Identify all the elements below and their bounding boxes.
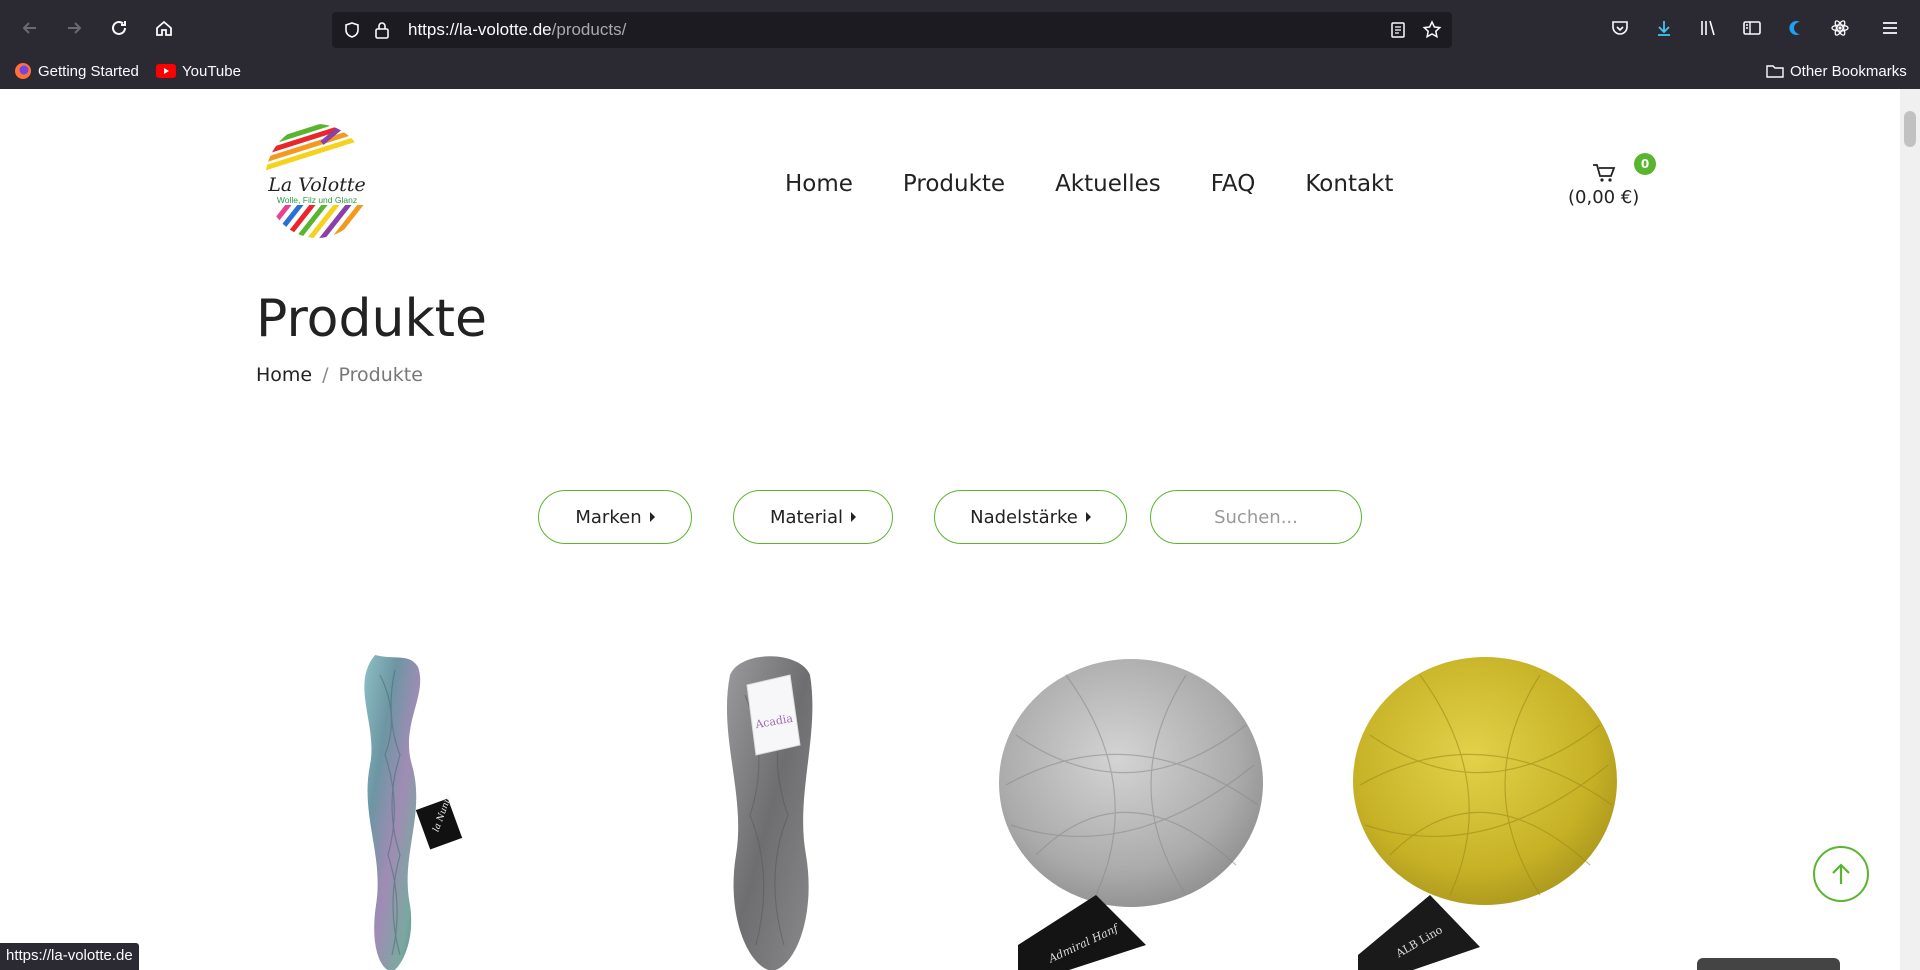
crescent-extension-icon xyxy=(1789,21,1800,35)
product-image-ball-4: ALB Lino xyxy=(1353,657,1617,970)
shopping-cart[interactable]: 0 (0,00 €) xyxy=(1568,153,1688,213)
reader-view-icon[interactable] xyxy=(1386,18,1410,42)
caret-right-icon xyxy=(851,512,857,522)
youtube-icon xyxy=(156,64,176,78)
url-bar[interactable]: https://la-volotte.de/products/ xyxy=(332,12,1452,48)
url-domain: https://la-volotte.de xyxy=(408,20,552,39)
forward-button[interactable] xyxy=(56,10,92,46)
product-card-3[interactable]: Admiral Hanf xyxy=(996,655,1266,970)
product-image-ball-3: Admiral Hanf xyxy=(999,659,1263,970)
caret-right-icon xyxy=(649,512,655,522)
url-path: /products/ xyxy=(551,20,627,39)
other-bookmarks[interactable]: Other Bookmarks xyxy=(1766,60,1907,82)
caret-right-icon xyxy=(1085,512,1091,522)
menu-button[interactable] xyxy=(1872,10,1908,46)
bookmark-youtube[interactable]: YouTube xyxy=(156,60,241,82)
arrow-up-icon xyxy=(1832,863,1850,884)
bookmark-label: Getting Started xyxy=(38,62,139,80)
page-title: Produkte xyxy=(256,289,487,349)
cart-total: (0,00 €) xyxy=(1568,187,1640,208)
lock-icon[interactable] xyxy=(370,18,394,42)
back-button[interactable] xyxy=(12,10,48,46)
reload-button[interactable] xyxy=(101,10,137,46)
reload-icon xyxy=(112,20,126,35)
product-card-1[interactable]: la Nunie xyxy=(340,655,480,970)
brands-filter-label: Marken xyxy=(575,506,642,528)
breadcrumb: Home / Produkte xyxy=(256,364,423,386)
home-icon xyxy=(156,20,172,36)
logo-wordmark: La Volotte xyxy=(267,174,365,196)
scrollbar-thumb[interactable] xyxy=(1904,111,1916,147)
bookmark-getting-started[interactable]: Getting Started xyxy=(14,60,139,82)
logo-tagline: Wolle, Filz und Glanz xyxy=(277,195,357,205)
arrow-left-icon xyxy=(22,22,36,34)
sidebar-icon xyxy=(1743,21,1761,35)
nav-faq[interactable]: FAQ xyxy=(1211,171,1256,197)
nav-home[interactable]: Home xyxy=(785,171,853,197)
react-devtools-button[interactable] xyxy=(1822,10,1858,46)
page-scrollbar[interactable] xyxy=(1900,89,1920,970)
brands-filter-button[interactable]: Marken xyxy=(538,490,692,544)
bookmark-label: YouTube xyxy=(182,62,241,80)
atom-icon xyxy=(1831,20,1849,36)
home-button[interactable] xyxy=(146,10,182,46)
breadcrumb-current: Produkte xyxy=(338,364,423,386)
product-search-input[interactable] xyxy=(1150,490,1362,544)
breadcrumb-separator: / xyxy=(322,364,329,386)
back-to-top-button[interactable] xyxy=(1813,846,1869,902)
site-logo[interactable]: La Volotte Wolle, Filz und Glanz xyxy=(262,123,372,241)
folder-icon xyxy=(1766,65,1784,78)
browser-toolbar: https://la-volotte.de/products/ xyxy=(0,4,1920,52)
cart-icon xyxy=(1593,164,1616,182)
browser-chrome: https://la-volotte.de/products/ Getting … xyxy=(0,0,1920,89)
sidebar-button[interactable] xyxy=(1734,10,1770,46)
nav-kontakt[interactable]: Kontakt xyxy=(1305,171,1393,197)
needle-size-filter-button[interactable]: Nadelstärke xyxy=(934,490,1127,544)
shield-icon[interactable] xyxy=(340,18,364,42)
floating-widget-tab[interactable] xyxy=(1697,958,1840,970)
extension-button[interactable] xyxy=(1778,10,1814,46)
cart-count-badge: 0 xyxy=(1634,153,1656,175)
arrow-right-icon xyxy=(68,22,82,34)
download-icon xyxy=(1658,21,1670,36)
library-button[interactable] xyxy=(1690,10,1726,46)
product-card-2[interactable]: Acadia xyxy=(700,655,840,970)
hamburger-menu-icon xyxy=(1883,22,1897,34)
pocket-button[interactable] xyxy=(1602,10,1638,46)
pocket-icon xyxy=(1612,21,1628,35)
star-bookmark-icon[interactable] xyxy=(1420,18,1444,42)
nav-produkte[interactable]: Produkte xyxy=(903,171,1005,197)
main-navigation: Home Produkte Aktuelles FAQ Kontakt xyxy=(785,171,1393,197)
material-filter-button[interactable]: Material xyxy=(733,490,893,544)
nav-aktuelles[interactable]: Aktuelles xyxy=(1055,171,1161,197)
url-text[interactable]: https://la-volotte.de/products/ xyxy=(408,20,626,40)
other-bookmarks-label: Other Bookmarks xyxy=(1790,62,1907,80)
page-viewport: La Volotte Wolle, Filz und Glanz Home Pr… xyxy=(0,89,1900,970)
product-filters: Marken Material Nadelstärke xyxy=(0,490,1900,544)
firefox-icon xyxy=(15,63,31,79)
material-filter-label: Material xyxy=(769,506,844,528)
needle-size-filter-label: Nadelstärke xyxy=(970,506,1078,528)
product-image-hank-2: Acadia xyxy=(727,656,813,970)
downloads-button[interactable] xyxy=(1646,10,1682,46)
product-image-hank-1: la Nunie xyxy=(364,655,463,970)
library-icon xyxy=(1701,20,1715,36)
product-card-4[interactable]: ALB Lino xyxy=(1350,655,1620,970)
status-bar-url: https://la-volotte.de xyxy=(0,943,139,970)
breadcrumb-home[interactable]: Home xyxy=(256,364,312,386)
logo-graphic: La Volotte Wolle, Filz und Glanz xyxy=(265,124,369,238)
bookmarks-bar: Getting Started YouTube Other Bookmarks xyxy=(0,56,1920,86)
